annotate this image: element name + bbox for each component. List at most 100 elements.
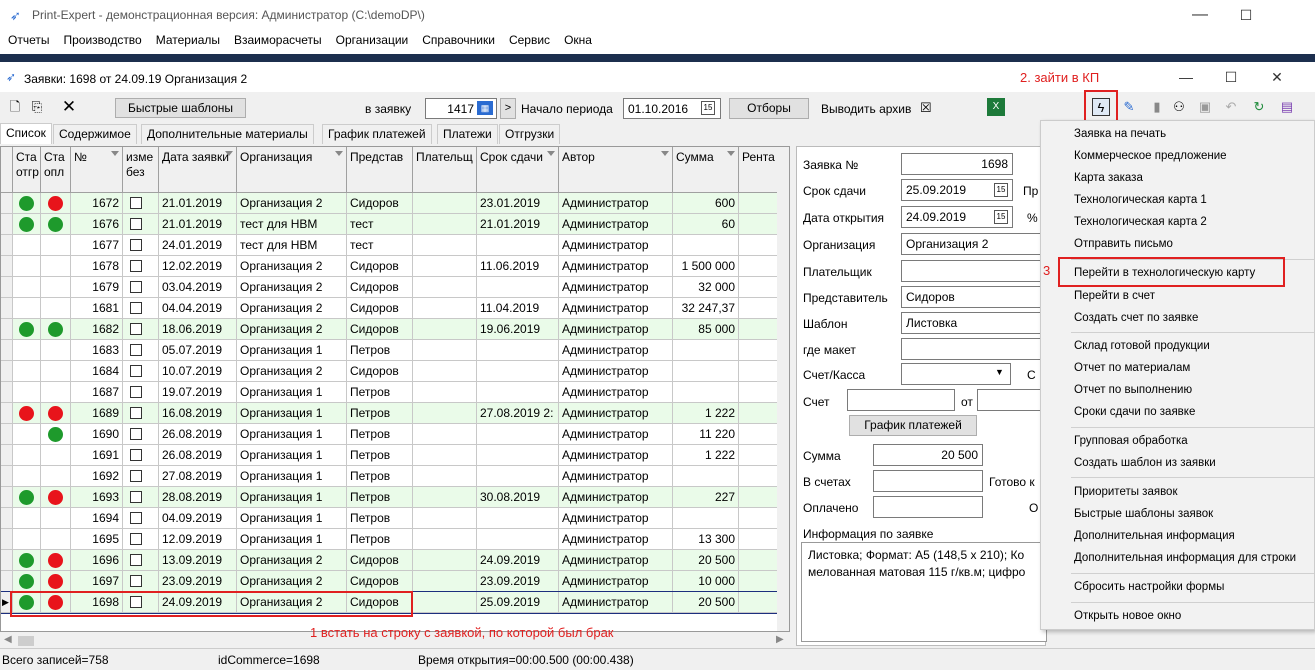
cell-number[interactable]: 1683 [71, 340, 123, 361]
row-checkbox[interactable] [130, 260, 142, 272]
cell-payer[interactable] [413, 298, 477, 319]
changes-checkbox-cell[interactable] [123, 214, 159, 235]
invoice-field[interactable] [847, 389, 955, 411]
cell-profit[interactable] [739, 508, 779, 529]
close-icon[interactable] [1269, 0, 1315, 30]
menu-item-print-order[interactable]: Заявка на печать [1074, 128, 1166, 140]
cell-date[interactable]: 26.08.2019 [159, 424, 237, 445]
cell-date[interactable]: 04.09.2019 [159, 508, 237, 529]
cell-profit[interactable] [739, 256, 779, 277]
cell-sum[interactable]: 11 220 [673, 424, 739, 445]
minimize-icon[interactable]: — [1177, 0, 1223, 30]
cell-payer[interactable] [413, 214, 477, 235]
tab-extra-materials[interactable]: Дополнительные материалы [141, 124, 314, 144]
changes-checkbox-cell[interactable] [123, 466, 159, 487]
scroll-right-icon[interactable]: ▶ [776, 634, 784, 645]
cell-representative[interactable]: Сидоров [347, 193, 413, 214]
due-calendar-icon[interactable]: 15 [994, 183, 1008, 197]
pay-status-cell[interactable] [41, 508, 71, 529]
row-checkbox[interactable] [130, 470, 142, 482]
cell-author[interactable]: Администратор [559, 424, 673, 445]
changes-checkbox-cell[interactable] [123, 340, 159, 361]
cell-sum[interactable]: 20 500 [673, 592, 739, 613]
changes-checkbox-cell[interactable] [123, 487, 159, 508]
cell-sum[interactable] [673, 466, 739, 487]
cell-profit[interactable] [739, 529, 779, 550]
dropdown-arrow-icon[interactable]: ▼ [995, 367, 1004, 377]
header-payer[interactable]: Плательщ [413, 147, 477, 193]
grid-vertical-scrollbar[interactable] [777, 147, 789, 631]
ship-status-cell[interactable] [13, 235, 41, 256]
excel-icon[interactable]: X [987, 98, 1005, 116]
cell-due-date[interactable]: 19.06.2019 [477, 319, 559, 340]
row-checkbox[interactable] [130, 365, 142, 377]
cell-profit[interactable] [739, 445, 779, 466]
pay-status-cell[interactable] [41, 424, 71, 445]
cell-due-date[interactable]: 27.08.2019 2: [477, 403, 559, 424]
menu-item-go-to-invoice[interactable]: Перейти в счет [1074, 290, 1155, 302]
cell-date[interactable]: 03.04.2019 [159, 277, 237, 298]
cell-date[interactable]: 27.08.2019 [159, 466, 237, 487]
cell-sum[interactable]: 13 300 [673, 529, 739, 550]
pay-status-cell[interactable] [41, 403, 71, 424]
cell-number[interactable]: 1696 [71, 550, 123, 571]
menu-item-due-dates[interactable]: Сроки сдачи по заявке [1074, 406, 1195, 418]
row-checkbox[interactable] [130, 281, 142, 293]
sum-field[interactable]: 20 500 [873, 444, 983, 466]
cell-representative[interactable]: Сидоров [347, 550, 413, 571]
changes-checkbox-cell[interactable] [123, 235, 159, 256]
cell-sum[interactable]: 1 222 [673, 445, 739, 466]
cell-number[interactable]: 1678 [71, 256, 123, 277]
header-ship-status[interactable]: Ста отгр [13, 147, 41, 193]
menu-item-open-new-window[interactable]: Открыть новое окно [1074, 610, 1181, 622]
cell-organization[interactable]: Организация 1 [237, 487, 347, 508]
header-pay-status[interactable]: Ста опл [41, 147, 71, 193]
table-row[interactable]: 1683 05.07.2019 Организация 1 Петров Админис… [1, 340, 779, 361]
cell-author[interactable]: Администратор [559, 340, 673, 361]
cell-payer[interactable] [413, 571, 477, 592]
cell-sum[interactable]: 85 000 [673, 319, 739, 340]
cell-author[interactable]: Администратор [559, 214, 673, 235]
template-field[interactable]: Листовка [901, 312, 1047, 334]
pay-status-cell[interactable] [41, 193, 71, 214]
cell-payer[interactable] [413, 403, 477, 424]
cell-due-date[interactable]: 23.01.2019 [477, 193, 559, 214]
row-checkbox[interactable] [130, 323, 142, 335]
cell-organization[interactable]: Организация 2 [237, 550, 347, 571]
new-document-icon[interactable]: 🗋 [6, 98, 24, 116]
row-checkbox[interactable] [130, 407, 142, 419]
menu-item-group-processing[interactable]: Групповая обработка [1074, 435, 1188, 447]
changes-checkbox-cell[interactable] [123, 277, 159, 298]
cell-sum[interactable]: 600 [673, 193, 739, 214]
cell-profit[interactable] [739, 592, 779, 613]
cell-date[interactable]: 21.01.2019 [159, 214, 237, 235]
cell-representative[interactable]: тест [347, 214, 413, 235]
menu-references[interactable]: Справочники [414, 30, 501, 47]
cell-payer[interactable] [413, 508, 477, 529]
cell-payer[interactable] [413, 550, 477, 571]
tab-contents[interactable]: Содержимое [53, 124, 137, 144]
go-arrow-button[interactable]: > [500, 98, 516, 119]
child-close-icon[interactable]: ✕ [1254, 62, 1300, 92]
tab-list[interactable]: Список [0, 123, 52, 144]
ship-status-cell[interactable] [13, 508, 41, 529]
header-organization[interactable]: Организация [237, 147, 347, 193]
menu-service[interactable]: Сервис [501, 30, 556, 47]
menu-item-additional-info-row[interactable]: Дополнительная информация для строки [1074, 552, 1296, 564]
menu-item-priorities[interactable]: Приоритеты заявок [1074, 486, 1177, 498]
header-due-date[interactable]: Срок сдачи [477, 147, 559, 193]
cell-due-date[interactable]: 11.04.2019 [477, 298, 559, 319]
menu-item-finished-goods[interactable]: Склад готовой продукции [1074, 340, 1210, 352]
child-minimize-icon[interactable]: — [1163, 62, 1209, 92]
layout-location-field[interactable] [901, 338, 1047, 360]
cell-organization[interactable]: тест для НВМ [237, 235, 347, 256]
changes-checkbox-cell[interactable] [123, 256, 159, 277]
pay-status-cell[interactable] [41, 214, 71, 235]
cell-author[interactable]: Администратор [559, 298, 673, 319]
cell-sum[interactable] [673, 508, 739, 529]
header-number[interactable]: № [71, 147, 123, 193]
representative-field[interactable]: Сидоров [901, 286, 1047, 308]
cell-payer[interactable] [413, 340, 477, 361]
cell-author[interactable]: Администратор [559, 403, 673, 424]
cell-organization[interactable]: Организация 2 [237, 361, 347, 382]
